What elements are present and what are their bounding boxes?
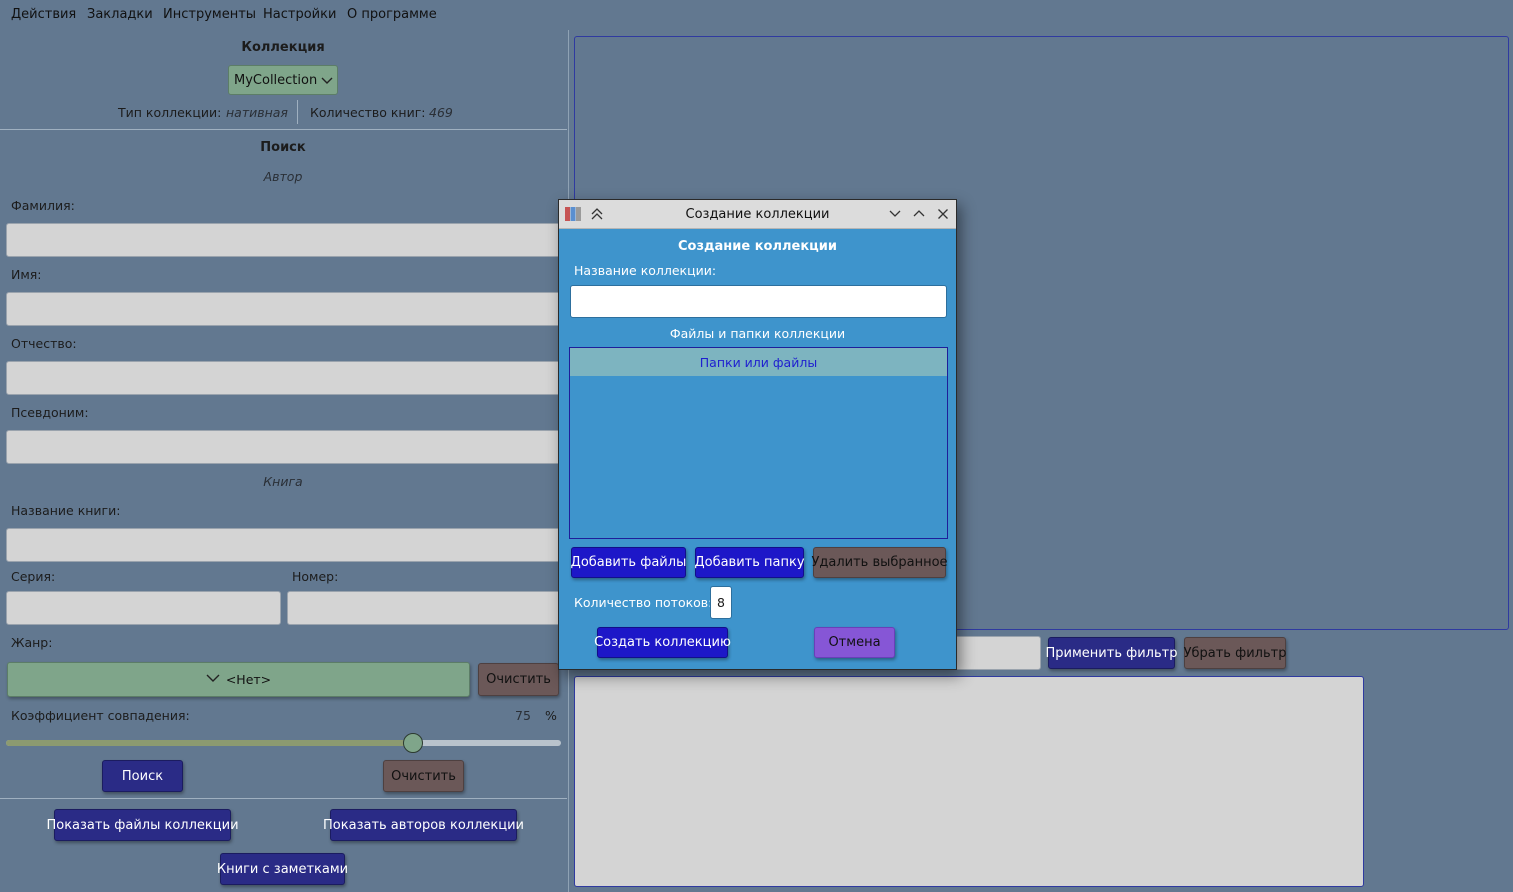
match-slider-track[interactable] [6, 733, 561, 753]
genre-select-content: <Нет> [8, 663, 469, 696]
search-clear-button[interactable]: Очистить [383, 760, 464, 792]
files-list[interactable]: Папки или файлы [569, 347, 948, 539]
search-button[interactable]: Поиск [102, 760, 183, 792]
patronymic-label: Отчество: [11, 336, 77, 351]
maximize-icon[interactable] [909, 204, 929, 224]
book-count-value: 469 [429, 105, 453, 120]
book-count-label: Количество книг: [310, 105, 426, 120]
book-info-view[interactable] [574, 676, 1364, 887]
threads-spinbox[interactable]: 8 [710, 586, 732, 619]
menu-bookmarks[interactable]: Закладки [87, 7, 153, 22]
pseudonym-label: Псевдоним: [11, 405, 89, 420]
remove-filter-button[interactable]: Убрать фильтр [1184, 637, 1286, 669]
author-section-label: Автор [263, 169, 303, 184]
series-input[interactable] [6, 591, 281, 625]
name-input[interactable] [6, 292, 566, 326]
dialog-heading: Создание коллекции [677, 239, 838, 254]
collection-name-label: Название коллекции: [574, 263, 717, 278]
book-title-input[interactable] [6, 528, 566, 562]
menu-settings[interactable]: Настройки [263, 7, 336, 22]
add-folder-button[interactable]: Добавить папку [694, 547, 805, 578]
genre-select-value: <Нет> [225, 672, 272, 687]
close-icon[interactable] [933, 204, 953, 224]
menu-actions[interactable]: Действия [11, 7, 76, 22]
collection-select[interactable]: MyCollection [228, 65, 338, 95]
match-value: 75 [515, 708, 531, 723]
number-label: Номер: [292, 569, 339, 584]
menu-bar: Действия Закладки Инструменты Настройки … [0, 0, 1513, 30]
remove-selected-button[interactable]: Удалить выбранное [811, 547, 948, 578]
info-divider [297, 100, 298, 124]
search-title: Поиск [260, 140, 306, 155]
collection-type-value: нативная [226, 105, 288, 120]
cancel-button[interactable]: Отмена [814, 627, 895, 658]
chevron-down-icon [206, 672, 220, 687]
book-title-label: Название книги: [11, 503, 121, 518]
collection-name-input[interactable] [570, 285, 947, 318]
surname-label: Фамилия: [11, 198, 75, 213]
menu-about[interactable]: О программе [347, 7, 437, 22]
patronymic-input[interactable] [6, 361, 566, 395]
left-panel: Коллекция MyCollection Тип коллекции: на… [0, 30, 568, 892]
collection-select-value: MyCollection [234, 73, 318, 88]
book-section-label: Книга [263, 474, 303, 489]
show-collection-files-button[interactable]: Показать файлы коллекции [46, 809, 239, 841]
match-label: Коэффициент совпадения: [11, 708, 190, 723]
files-folders-label: Файлы и папки коллекции [669, 326, 846, 341]
pseudonym-input[interactable] [6, 430, 566, 464]
books-with-notes-button[interactable]: Книги с заметками [217, 853, 348, 885]
minimize-icon[interactable] [885, 204, 905, 224]
match-slider-handle[interactable] [402, 733, 423, 753]
series-label: Серия: [11, 569, 56, 584]
collection-title: Коллекция [241, 40, 325, 55]
show-collection-authors-button[interactable]: Показать авторов коллекции [323, 809, 524, 841]
menu-tools[interactable]: Инструменты [163, 7, 256, 22]
threads-label: Количество потоков: [574, 595, 713, 610]
chevron-down-icon [321, 74, 333, 86]
bottom-divider [0, 798, 567, 799]
collection-type-label: Тип коллекции: [118, 105, 222, 120]
genre-label: Жанр: [11, 635, 53, 650]
genre-select[interactable]: <Нет> [7, 662, 470, 697]
dialog-titlebar[interactable]: Создание коллекции [559, 200, 956, 229]
apply-filter-button[interactable]: Применить фильтр [1046, 637, 1177, 669]
genre-clear-button[interactable]: Очистить [478, 663, 559, 696]
create-collection-dialog: Создание коллекции Создание коллекции На… [558, 199, 957, 670]
match-unit: % [545, 708, 557, 723]
name-label: Имя: [11, 267, 42, 282]
match-slider-fill [6, 740, 413, 746]
surname-input[interactable] [6, 223, 566, 257]
section-divider [0, 129, 567, 130]
create-collection-button[interactable]: Создать коллекцию [594, 627, 731, 658]
number-input[interactable] [287, 591, 566, 625]
files-list-header[interactable]: Папки или файлы [570, 348, 947, 376]
add-files-button[interactable]: Добавить файлы [571, 547, 686, 578]
